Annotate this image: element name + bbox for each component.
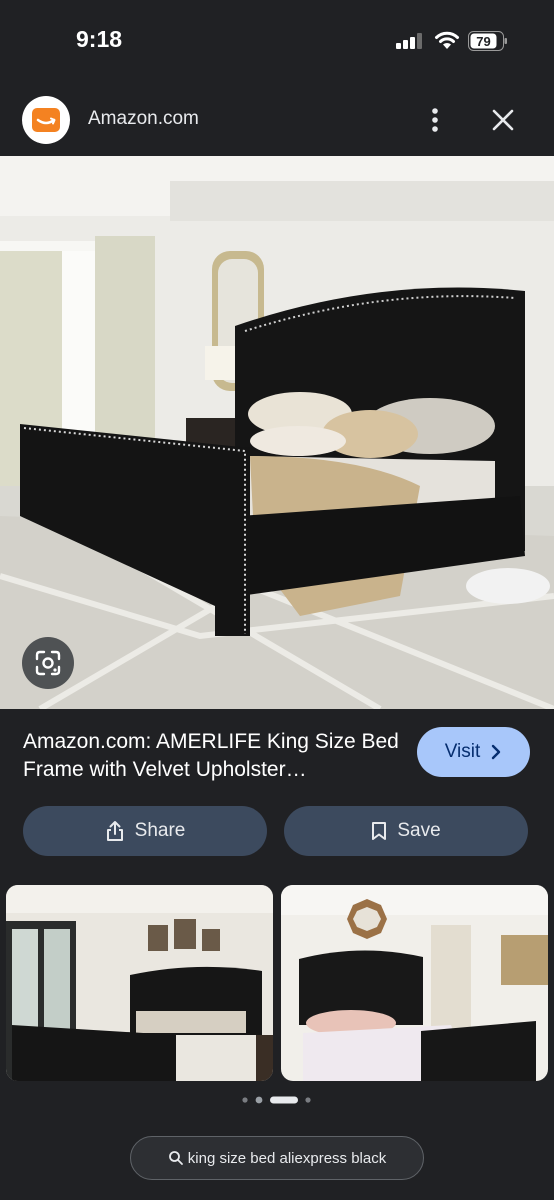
image-pager xyxy=(242,1096,311,1104)
pager-dot-active xyxy=(270,1096,298,1104)
close-icon[interactable] xyxy=(486,104,520,136)
save-button[interactable]: Save xyxy=(284,806,528,856)
site-logo[interactable] xyxy=(22,96,70,144)
pager-dot xyxy=(242,1097,248,1103)
status-bar: 9:18 79 xyxy=(0,0,554,84)
site-name[interactable]: Amazon.com xyxy=(88,108,199,130)
google-lens-icon xyxy=(35,650,61,676)
search-icon xyxy=(168,1151,183,1165)
result-title[interactable]: Amazon.com: AMERLIFE King Size Bed Frame… xyxy=(23,728,403,784)
product-image[interactable] xyxy=(0,156,554,709)
share-label: Share xyxy=(134,820,186,841)
google-lens-button[interactable] xyxy=(22,637,74,689)
visit-button[interactable]: Visit xyxy=(417,727,530,777)
pager-dot xyxy=(305,1097,311,1103)
related-image-2[interactable] xyxy=(281,885,548,1081)
pager-dot xyxy=(255,1096,263,1104)
wifi-icon xyxy=(435,31,459,49)
amazon-smile-icon xyxy=(32,108,60,132)
battery-level: 79 xyxy=(476,34,490,49)
bookmark-icon xyxy=(372,822,387,840)
chevron-right-icon xyxy=(492,744,501,760)
save-label: Save xyxy=(397,820,441,841)
status-time: 9:18 xyxy=(76,26,123,52)
search-chip-query: king size bed aliexpress black xyxy=(187,1149,387,1167)
search-suggestion-chip[interactable]: king size bed aliexpress black xyxy=(130,1136,424,1180)
more-vert-icon[interactable] xyxy=(422,104,448,136)
page-header: Amazon.com xyxy=(0,84,554,156)
share-icon xyxy=(106,821,123,841)
battery-icon: 79 xyxy=(468,31,507,51)
cellular-signal-icon xyxy=(396,33,422,49)
share-button[interactable]: Share xyxy=(23,806,267,856)
related-image-1[interactable] xyxy=(6,885,273,1081)
visit-label: Visit xyxy=(444,741,481,762)
